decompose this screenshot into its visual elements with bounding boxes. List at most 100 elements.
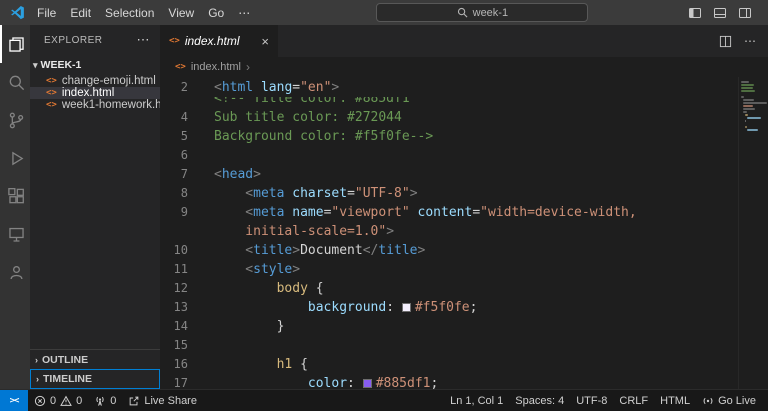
layout-sidebar-left-icon[interactable]: [688, 6, 702, 20]
token: html: [221, 80, 254, 95]
minimap-line: [743, 102, 767, 104]
go-live-button[interactable]: Go Live: [696, 390, 762, 411]
activity-item-explorer[interactable]: [0, 25, 30, 63]
language-mode[interactable]: HTML: [654, 390, 696, 411]
activity-item-search[interactable]: [0, 63, 30, 101]
code-line[interactable]: 11 <style>: [160, 260, 738, 279]
file-name: week1-homework.html: [61, 99, 160, 111]
token: name: [292, 205, 324, 220]
line-number: 13: [173, 300, 188, 314]
line-content: Background color: #f5f0fe-->: [204, 127, 433, 146]
file-item-week1-homework.html[interactable]: <> week1-homework.html: [30, 99, 160, 111]
code-line[interactable]: 5 Background color: #f5f0fe-->: [160, 127, 738, 146]
explorer-more-icon[interactable]: ⋯: [137, 32, 151, 48]
menu-selection[interactable]: Selection: [98, 6, 161, 20]
code-line[interactable]: 2 <html lang="en">: [160, 78, 738, 97]
panel-label: OUTLINE: [42, 353, 89, 366]
code-line[interactable]: 12 body {: [160, 279, 738, 298]
activity-item-extensions[interactable]: [0, 177, 30, 215]
code-line[interactable]: 6: [160, 146, 738, 165]
token: lang: [260, 80, 293, 95]
broadcast-icon: [702, 395, 714, 407]
minimap-line: [741, 96, 744, 98]
token: #f5f0fe: [414, 300, 470, 315]
code-line[interactable]: 13 background: #f5f0fe;: [160, 298, 738, 317]
menu-view[interactable]: View: [161, 6, 201, 20]
code-line[interactable]: initial-scale=1.0">: [160, 222, 738, 241]
file-name: change-emoji.html: [61, 75, 156, 87]
code-line[interactable]: 15: [160, 336, 738, 355]
split-editor-icon[interactable]: [719, 35, 732, 48]
token: "en": [300, 80, 332, 95]
tab-index-html[interactable]: <> index.html ×: [160, 25, 278, 57]
code-line[interactable]: 7 <head>: [160, 165, 738, 184]
chevron-right-icon: ›: [36, 374, 39, 384]
code-line[interactable]: 10 <title>Document</title>: [160, 241, 738, 260]
file-item-index.html[interactable]: <> index.html: [30, 87, 160, 99]
menu-file[interactable]: File: [30, 6, 63, 20]
code-line[interactable]: 9 <meta name="viewport" content="width=de…: [160, 203, 738, 222]
token: <: [214, 80, 222, 95]
editor-more-actions-icon[interactable]: ⋯: [744, 34, 756, 48]
remote-indicator[interactable]: ><: [0, 390, 28, 411]
code-line[interactable]: 4 Sub title color: #272044: [160, 108, 738, 127]
menu-more[interactable]: ⋯: [231, 6, 257, 20]
token: >: [417, 243, 426, 258]
close-tab-icon[interactable]: ×: [261, 34, 269, 49]
token: content: [417, 205, 473, 220]
file-item-change-emoji.html[interactable]: <> change-emoji.html: [30, 75, 160, 87]
menu-go[interactable]: Go: [201, 6, 231, 20]
token: <: [245, 262, 254, 277]
activity-item-run-debug[interactable]: [0, 139, 30, 177]
token: }: [276, 319, 285, 334]
line-number: 2: [180, 80, 188, 94]
breadcrumb-item-file[interactable]: index.html: [191, 61, 241, 73]
cursor-position[interactable]: Ln 1, Col 1: [444, 390, 509, 411]
code-line[interactable]: 16 h1 {: [160, 355, 738, 374]
explorer-section-week1[interactable]: ▾ WEEK-1: [30, 55, 160, 75]
encoding-status[interactable]: UTF-8: [570, 390, 613, 411]
panel-timeline[interactable]: › TIMELINE: [30, 369, 160, 389]
layout-sidebar-right-icon[interactable]: [738, 6, 752, 20]
live-share-button[interactable]: Live Share: [122, 390, 203, 411]
minimap-line: [743, 111, 747, 113]
token: ;: [430, 376, 439, 389]
tab-bar: <> index.html × ⋯: [160, 25, 768, 57]
code-line[interactable]: 8 <meta charset="UTF-8">: [160, 184, 738, 203]
search-box[interactable]: week-1: [376, 3, 589, 22]
panel-outline[interactable]: › OUTLINE: [30, 349, 160, 369]
problems-status[interactable]: 0 0: [28, 390, 88, 411]
breadcrumbs[interactable]: <> index.html ›: [160, 57, 768, 77]
files-icon: [7, 35, 26, 54]
menu-edit[interactable]: Edit: [63, 6, 98, 20]
error-icon: [34, 395, 46, 407]
vscode-window: File Edit Selection View Go ⋯ week-1 EXP…: [0, 0, 768, 411]
eol-status[interactable]: CRLF: [613, 390, 654, 411]
warning-count: 0: [76, 394, 83, 407]
token: Document: [300, 243, 363, 258]
minimap-line: [745, 114, 748, 116]
ports-status[interactable]: 0: [88, 390, 122, 411]
line-number: 16: [173, 357, 188, 371]
code-line[interactable]: 17 color: #885df1;: [160, 374, 738, 389]
color-swatch[interactable]: [362, 379, 372, 388]
color-swatch[interactable]: [401, 303, 411, 312]
html-file-icon: <>: [46, 100, 57, 110]
activity-item-remote-explorer[interactable]: [0, 215, 30, 253]
minimap[interactable]: [738, 77, 768, 389]
code-line[interactable]: 3<!-- Title color: #885df1: [160, 97, 738, 108]
line-number: 6: [180, 148, 188, 162]
vscode-logo-icon[interactable]: [10, 5, 25, 20]
panel-label: TIMELINE: [43, 373, 92, 385]
activity-item-source-control[interactable]: [0, 101, 30, 139]
activity-item-account[interactable]: [0, 253, 30, 291]
code-line[interactable]: 14}: [160, 317, 738, 336]
layout-panel-icon[interactable]: [713, 6, 727, 20]
indentation-status[interactable]: Spaces: 4: [509, 390, 570, 411]
line-number: 11: [173, 262, 188, 276]
explorer-header: EXPLORER ⋯: [30, 25, 160, 55]
line-number: 12: [173, 281, 188, 295]
token: =: [292, 80, 301, 95]
editor-group: <> index.html × ⋯ <> index.html › 2 <html…: [160, 25, 768, 389]
